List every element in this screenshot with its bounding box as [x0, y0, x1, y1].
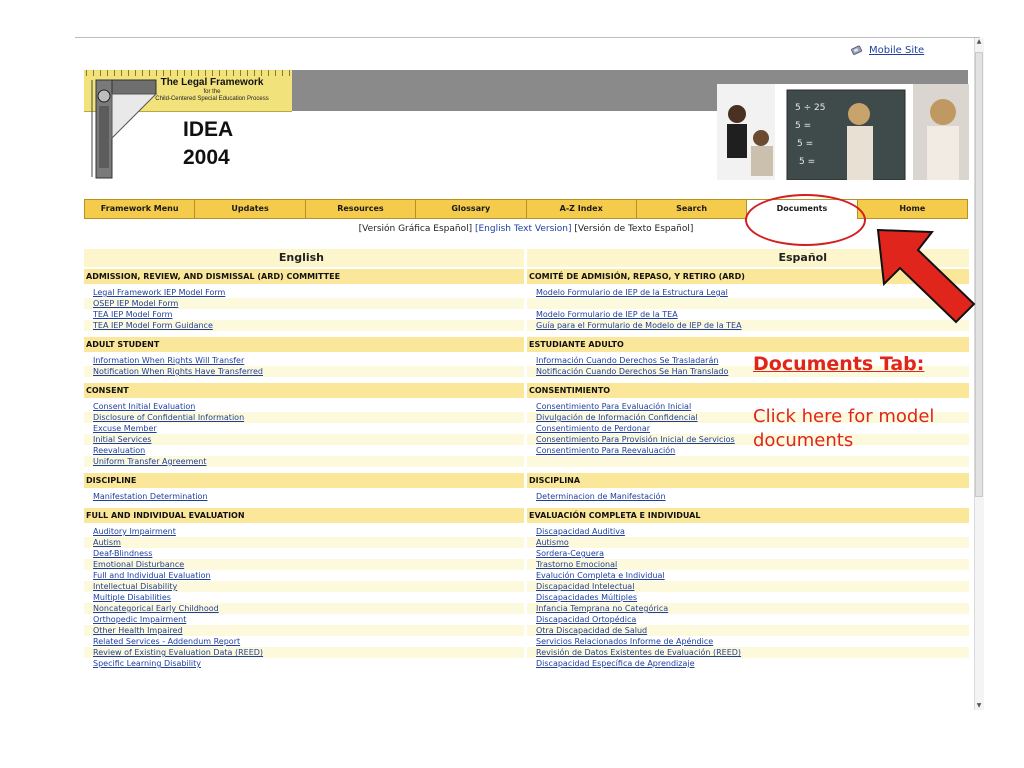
browser-top-strip — [75, 26, 980, 38]
annotation-title: Documents Tab: — [753, 353, 925, 375]
document-link[interactable]: Review of Existing Evaluation Data (REED… — [84, 647, 524, 658]
document-link[interactable]: Discapacidades Múltiples — [527, 592, 969, 603]
document-link[interactable]: Disclosure of Confidential Information — [84, 412, 524, 423]
document-link[interactable]: Other Health Impaired — [84, 625, 524, 636]
tab-home[interactable]: Home — [856, 199, 968, 219]
document-link[interactable]: Determinacion de Manifestación — [527, 491, 969, 502]
section-heading-full-and-individual-evaluation: FULL AND INDIVIDUAL EVALUATION — [84, 508, 524, 523]
section-heading-disciplina: DISCIPLINA — [527, 473, 969, 488]
spanish-text-version-link[interactable]: [Versión de Texto Español] — [574, 224, 693, 234]
document-link[interactable]: Multiple Disabilities — [84, 592, 524, 603]
section-heading-admission-review-and-dismissal-ard-committee: ADMISSION, REVIEW, AND DISMISSAL (ARD) C… — [84, 269, 524, 284]
document-link[interactable]: Infancia Temprana no Categórica — [527, 603, 969, 614]
section-heading-estudiante-adulto: ESTUDIANTE ADULTO — [527, 337, 969, 352]
document-link[interactable]: Excuse Member — [84, 423, 524, 434]
page-fold — [84, 709, 974, 768]
svg-text:5 =: 5 = — [799, 157, 815, 167]
tab-resources[interactable]: Resources — [304, 199, 416, 219]
document-link[interactable]: Uniform Transfer Agreement — [84, 456, 524, 467]
logo-for: for the — [203, 89, 221, 95]
documents-tab-highlight-circle — [745, 194, 866, 246]
document-link[interactable]: TEA IEP Model Form Guidance — [84, 320, 524, 331]
scroll-down-icon[interactable]: ▼ — [975, 702, 983, 709]
mobile-site-link[interactable]: Mobile Site — [869, 45, 924, 56]
section-heading-evaluaci-n-completa-e-individual: EVALUACIÓN COMPLETA E INDIVIDUAL — [527, 508, 969, 523]
section-links: Manifestation Determination — [84, 488, 524, 506]
section-links: Discapacidad Auditiva Autismo Sordera-Cegu… — [527, 523, 969, 673]
document-link[interactable]: Autismo — [527, 537, 969, 548]
document-link[interactable]: Sordera-Ceguera — [527, 548, 969, 559]
document-link[interactable]: Discapacidad Auditiva — [527, 526, 969, 537]
document-link[interactable]: Autism — [84, 537, 524, 548]
english-column: English ADMISSION, REVIEW, AND DISMISSAL … — [84, 249, 524, 673]
document-link[interactable]: Revisión de Datos Existentes de Evaluaci… — [527, 647, 969, 658]
red-arrow-icon — [876, 228, 976, 324]
document-link[interactable]: Consent Initial Evaluation — [84, 401, 524, 412]
empty-row — [527, 456, 969, 467]
section-heading-consentimiento: CONSENTIMIENTO — [527, 383, 969, 398]
english-heading: English — [84, 249, 524, 267]
english-text-version-link[interactable]: [English Text Version] — [475, 224, 572, 234]
document-link[interactable]: Notification When Rights Have Transferre… — [84, 366, 524, 377]
document-link[interactable]: Trastorno Emocional — [527, 559, 969, 570]
document-link[interactable]: Deaf-Blindness — [84, 548, 524, 559]
section-links: Legal Framework IEP Model Form OSEP IEP M… — [84, 284, 524, 335]
tab-glossary[interactable]: Glossary — [415, 199, 526, 219]
document-link[interactable]: Intellectual Disability — [84, 581, 524, 592]
document-link[interactable]: Discapacidad Específica de Aprendizaje — [527, 658, 969, 669]
document-link[interactable]: Full and Individual Evaluation — [84, 570, 524, 581]
tab-updates[interactable]: Updates — [194, 199, 305, 219]
document-link[interactable]: Legal Framework IEP Model Form — [84, 287, 524, 298]
document-link[interactable]: Orthopedic Impairment — [84, 614, 524, 625]
logo-title: The Legal Framework — [160, 77, 264, 88]
document-link[interactable]: Auditory Impairment — [84, 526, 524, 537]
header-classroom-photo: 5 ÷ 25 5 = 5 = 5 = — [717, 84, 969, 180]
svg-text:5 =: 5 = — [795, 121, 811, 131]
section-links: Auditory Impairment Autism Deaf-Blindness E… — [84, 523, 524, 673]
document-link[interactable]: Reevaluation — [84, 445, 524, 456]
document-link[interactable]: Noncategorical Early Childhood — [84, 603, 524, 614]
annotation-body: Click here for model documents — [753, 406, 935, 451]
document-link[interactable]: Discapacidad Intelectual — [527, 581, 969, 592]
section-heading-discipline: DISCIPLINE — [84, 473, 524, 488]
graphic-spanish-version-link[interactable]: [Versión Gráfica Español] — [359, 224, 472, 234]
tab-search[interactable]: Search — [635, 199, 747, 219]
svg-text:5 =: 5 = — [797, 139, 813, 149]
document-link[interactable]: Servicios Relacionados Informe de Apéndi… — [527, 636, 969, 647]
document-link[interactable]: Emotional Disturbance — [84, 559, 524, 570]
document-link[interactable]: Evalución Completa e Individual — [527, 570, 969, 581]
tab-a-z-index[interactable]: A-Z Index — [525, 199, 636, 219]
section-links: Information When Rights Will Transfer Not… — [84, 352, 524, 381]
document-link[interactable]: Initial Services — [84, 434, 524, 445]
document-link[interactable]: Related Services - Addendum Report — [84, 636, 524, 647]
document-link[interactable]: OSEP IEP Model Form — [84, 298, 524, 309]
section-heading-adult-student: ADULT STUDENT — [84, 337, 524, 352]
scroll-up-icon[interactable]: ▲ — [975, 38, 983, 45]
document-link[interactable]: Information When Rights Will Transfer — [84, 355, 524, 366]
logo-idea: IDEA — [183, 118, 234, 141]
svg-text:5 ÷ 25: 5 ÷ 25 — [795, 103, 825, 113]
logo-year: 2004 — [183, 146, 230, 169]
document-link[interactable]: Manifestation Determination — [84, 491, 524, 502]
document-link[interactable]: Specific Learning Disability — [84, 658, 524, 669]
section-links: Consent Initial Evaluation Disclosure of … — [84, 398, 524, 471]
tab-framework-menu[interactable]: Framework Menu — [84, 199, 195, 219]
document-link[interactable]: TEA IEP Model Form — [84, 309, 524, 320]
logo-subtitle: Child-Centered Special Education Process — [155, 96, 269, 102]
document-link[interactable]: Discapacidad Ortopédica — [527, 614, 969, 625]
mobile-phone-icon[interactable] — [851, 44, 863, 56]
section-heading-consent: CONSENT — [84, 383, 524, 398]
document-link[interactable]: Otra Discapacidad de Salud — [527, 625, 969, 636]
section-links: Determinacion de Manifestación — [527, 488, 969, 506]
